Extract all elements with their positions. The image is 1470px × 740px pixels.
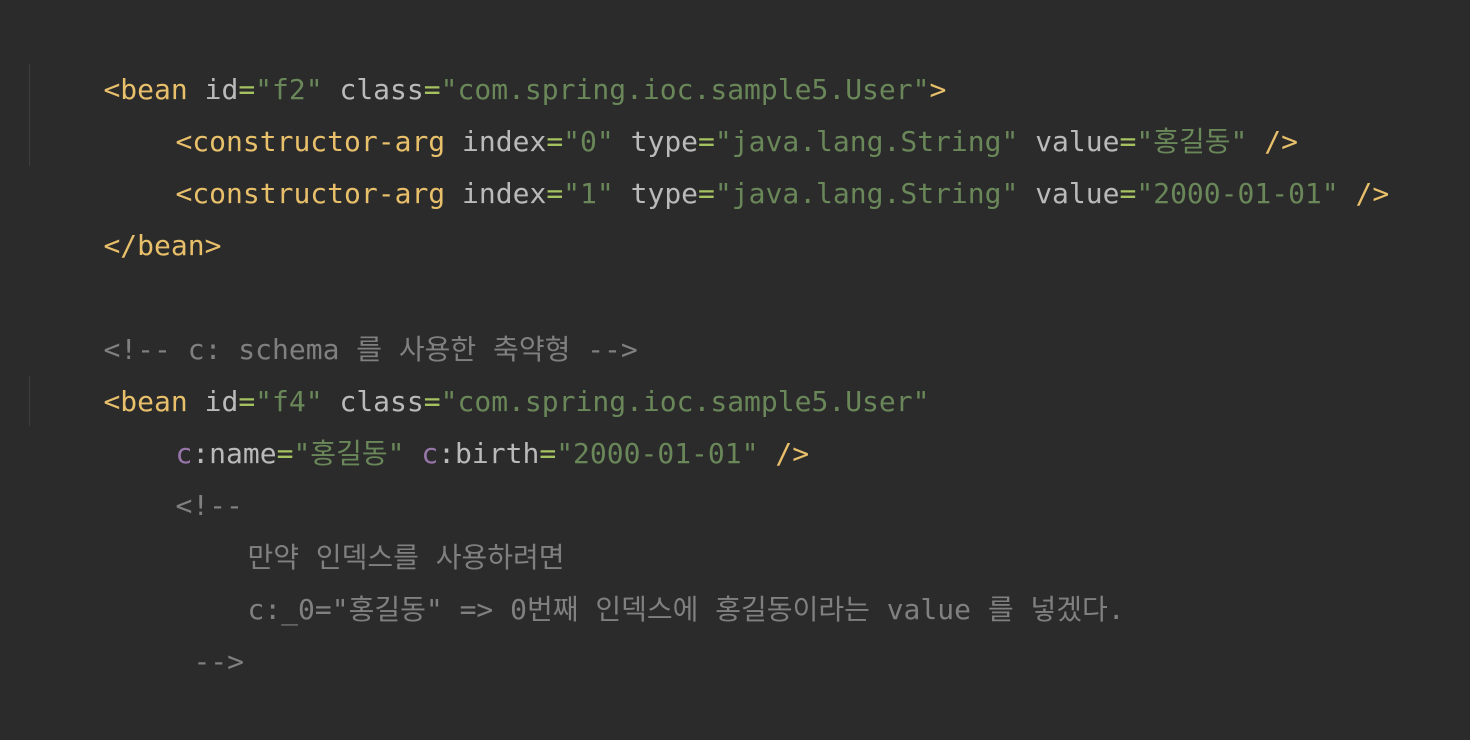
attr-name: index <box>462 177 547 210</box>
code-line-4[interactable]: </bean> <box>36 168 221 262</box>
code-line-7[interactable]: <bean id="f4" class="com.spring.ioc.samp… <box>36 324 929 418</box>
attr-value: "2000-01-01" <box>556 437 759 470</box>
code-line-2[interactable]: <constructor-arg index="0" type="java.la… <box>108 64 1298 158</box>
indent-guide <box>29 376 30 426</box>
attr-name: value <box>1035 177 1120 210</box>
code-line-1[interactable]: <bean id="f2" class="com.spring.ioc.samp… <box>36 12 946 106</box>
code-line-10[interactable]: 만약 인덱스를 사용하려면 <box>180 480 564 574</box>
attr-value: "1" <box>563 177 614 210</box>
tag-close: </bean> <box>103 229 222 262</box>
attr-equals: = <box>539 437 557 470</box>
attr-equals: = <box>1119 177 1137 210</box>
tag-self-close: /> <box>1355 177 1390 210</box>
attr-equals: = <box>698 177 715 210</box>
namespace-prefix: c <box>421 437 439 470</box>
attr-value: "java.lang.String" <box>714 177 1019 210</box>
code-line-8[interactable]: c:name="홍길동" c:birth="2000-01-01" /> <box>108 376 809 470</box>
code-line-12[interactable]: --> <box>126 584 244 678</box>
attr-equals: = <box>276 437 294 470</box>
code-line-3[interactable]: <constructor-arg index="1" type="java.la… <box>108 116 1389 210</box>
indent-guide <box>29 64 30 166</box>
tag-self-close: /> <box>775 437 810 470</box>
attr-name: :birth <box>438 437 540 470</box>
comment-text: --> <box>193 645 245 678</box>
attr-value: "홍길동" <box>293 437 405 470</box>
code-editor[interactable]: <bean id="f2" class="com.spring.ioc.samp… <box>0 0 1470 678</box>
attr-name: type <box>630 177 699 210</box>
code-line-6[interactable]: <!-- c: schema 를 사용한 축약형 --> <box>36 272 637 366</box>
attr-value: "2000-01-01" <box>1136 177 1339 210</box>
code-line-9[interactable]: <!-- <box>108 428 242 522</box>
attr-equals: = <box>546 177 564 210</box>
code-line-11[interactable]: c:_0="홍길동" => 0번째 인덱스에 홍길동이라는 value 를 넣겠… <box>180 532 1124 626</box>
comment-text: c:_0="홍길동" => 0번째 인덱스에 홍길동이라는 value 를 넣겠… <box>247 593 1125 626</box>
